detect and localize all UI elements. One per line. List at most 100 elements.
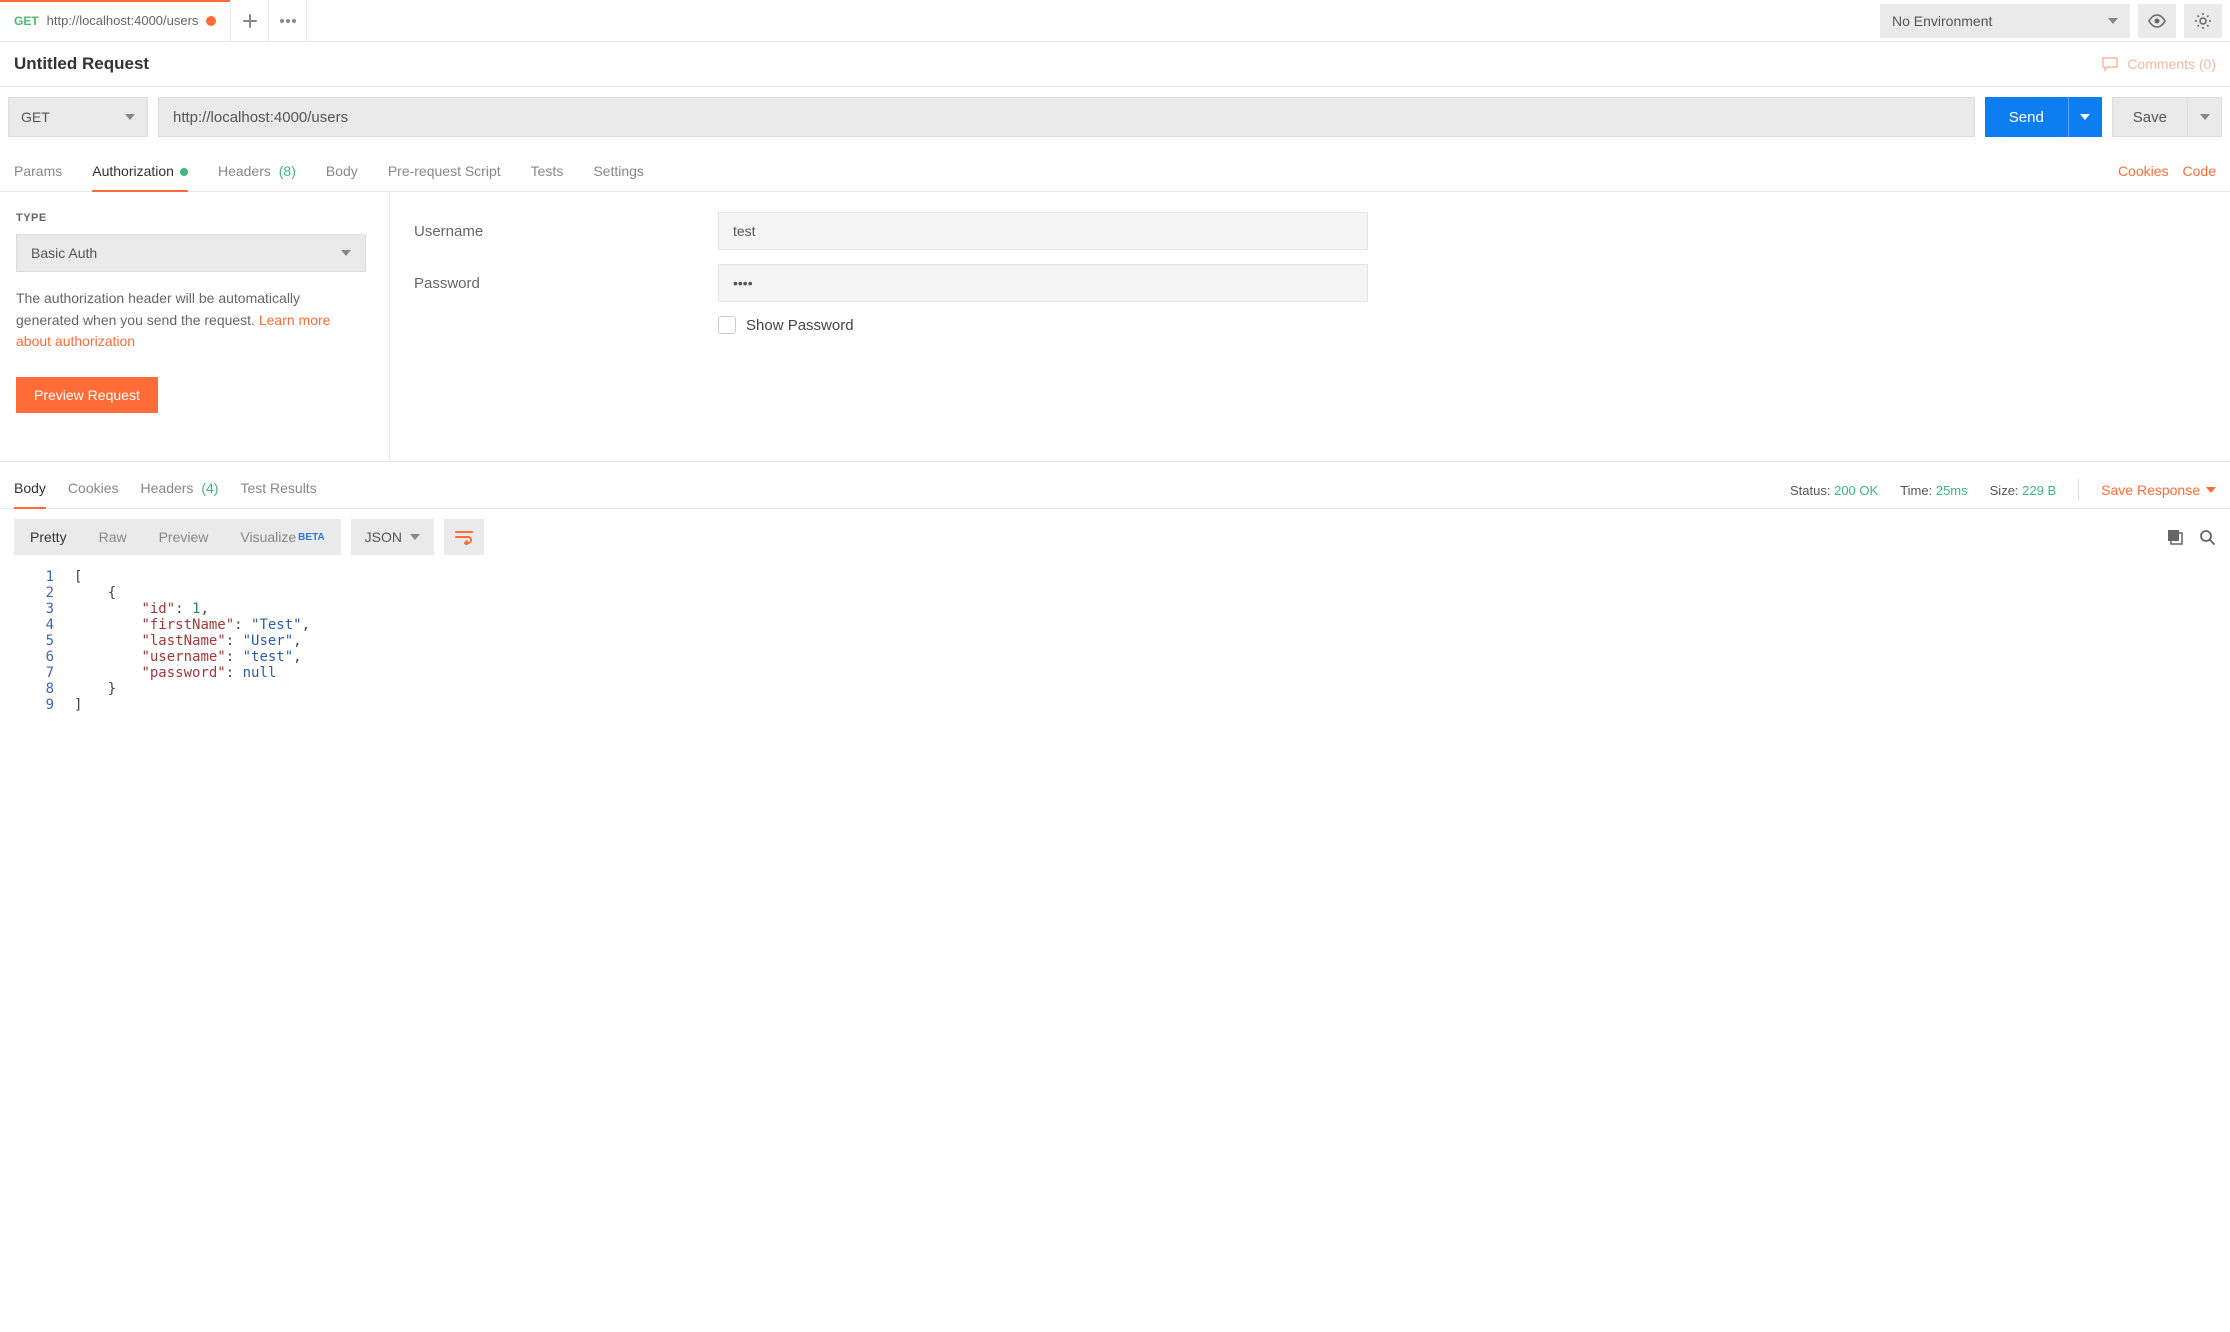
tab-headers[interactable]: Headers (8) xyxy=(218,151,296,191)
method-value: GET xyxy=(21,109,50,125)
auth-description: The authorization header will be automat… xyxy=(16,288,366,353)
view-visualize[interactable]: VisualizeBETA xyxy=(224,519,340,555)
response-meta: Status: 200 OK Time: 25ms Size: 229 B Sa… xyxy=(1790,472,2216,508)
tab-body[interactable]: Body xyxy=(326,151,358,191)
save-response-button[interactable]: Save Response xyxy=(2101,482,2216,498)
environment-label: No Environment xyxy=(1892,13,1992,29)
tab-options-button[interactable] xyxy=(269,0,307,41)
chevron-down-icon xyxy=(410,534,420,540)
tab-params[interactable]: Params xyxy=(14,151,62,191)
view-mode-tabs: Pretty Raw Preview VisualizeBETA xyxy=(14,519,341,555)
wrap-lines-button[interactable] xyxy=(444,519,484,555)
tab-authorization[interactable]: Authorization xyxy=(92,151,188,191)
size-meta: Size: 229 B xyxy=(1990,483,2057,498)
environment-select[interactable]: No Environment xyxy=(1880,4,2130,38)
tab-count: (8) xyxy=(279,163,296,179)
response-right-icons xyxy=(2166,528,2216,546)
tab-url: http://localhost:4000/users xyxy=(47,13,199,28)
request-tab[interactable]: GET http://localhost:4000/users xyxy=(0,0,231,41)
new-tab-button[interactable] xyxy=(231,0,269,41)
gear-icon xyxy=(2194,12,2212,30)
send-button-group: Send xyxy=(1985,97,2102,137)
tab-label: Headers xyxy=(141,480,194,496)
tab-settings[interactable]: Settings xyxy=(593,151,644,191)
save-button-group: Save xyxy=(2112,97,2222,137)
preview-request-button[interactable]: Preview Request xyxy=(16,377,158,413)
format-value: JSON xyxy=(365,529,402,545)
comment-icon xyxy=(2101,56,2119,72)
code-link[interactable]: Code xyxy=(2183,163,2216,179)
view-preview[interactable]: Preview xyxy=(143,519,225,555)
beta-badge: BETA xyxy=(298,532,324,543)
save-options-button[interactable] xyxy=(2188,97,2222,137)
username-row: Username xyxy=(414,212,2206,250)
auth-type-value: Basic Auth xyxy=(31,245,97,261)
type-label: TYPE xyxy=(16,212,373,224)
comments-button[interactable]: Comments (0) xyxy=(2101,56,2216,72)
comments-label: Comments (0) xyxy=(2127,56,2216,72)
divider xyxy=(2078,479,2079,501)
topbar-right: No Environment xyxy=(1872,0,2230,41)
wrap-icon xyxy=(454,529,474,545)
auth-panel: TYPE Basic Auth The authorization header… xyxy=(0,192,2230,462)
quick-look-button[interactable] xyxy=(2138,4,2176,38)
time-value: 25ms xyxy=(1936,483,1968,498)
response-toolbar: Pretty Raw Preview VisualizeBETA JSON xyxy=(0,509,2230,565)
resp-tab-cookies[interactable]: Cookies xyxy=(68,472,119,508)
resp-tab-test-results[interactable]: Test Results xyxy=(240,472,316,508)
request-tabs-strip: GET http://localhost:4000/users xyxy=(0,0,1872,41)
time-meta: Time: 25ms xyxy=(1900,483,1967,498)
username-label: Username xyxy=(414,223,694,240)
copy-icon[interactable] xyxy=(2166,528,2184,546)
eye-icon xyxy=(2147,14,2167,28)
chevron-down-icon xyxy=(2080,114,2090,120)
chevron-down-icon xyxy=(341,250,351,256)
password-row: Password xyxy=(414,264,2206,302)
tab-method: GET xyxy=(14,14,39,28)
status-value: 200 OK xyxy=(1834,483,1878,498)
save-button[interactable]: Save xyxy=(2112,97,2188,137)
show-password-checkbox[interactable] xyxy=(718,316,736,334)
auth-fields: Username Password Show Password xyxy=(390,192,2230,461)
tab-tests[interactable]: Tests xyxy=(531,151,564,191)
tab-prerequest[interactable]: Pre-request Script xyxy=(388,151,501,191)
response-body[interactable]: 1[2 {3 "id": 1,4 "firstName": "Test",5 "… xyxy=(0,565,2230,733)
request-title: Untitled Request xyxy=(14,54,149,74)
request-subtabs: Params Authorization Headers (8) Body Pr… xyxy=(14,151,644,191)
settings-button[interactable] xyxy=(2184,4,2222,38)
unsaved-dot-icon xyxy=(206,16,216,26)
status-meta: Status: 200 OK xyxy=(1790,483,1878,498)
username-input[interactable] xyxy=(718,212,1368,250)
body-format-select[interactable]: JSON xyxy=(351,519,434,555)
size-value: 229 B xyxy=(2022,483,2056,498)
show-password-row: Show Password xyxy=(718,316,2206,334)
tab-label: Headers xyxy=(218,163,271,179)
auth-sidebar: TYPE Basic Auth The authorization header… xyxy=(0,192,390,461)
resp-tab-body[interactable]: Body xyxy=(14,472,46,508)
chevron-down-icon xyxy=(125,114,135,120)
url-input[interactable] xyxy=(158,97,1975,137)
view-raw[interactable]: Raw xyxy=(83,519,143,555)
request-right-links: Cookies Code xyxy=(2118,151,2216,191)
show-password-label: Show Password xyxy=(746,317,854,334)
cookies-link[interactable]: Cookies xyxy=(2118,163,2169,179)
request-subtabs-row: Params Authorization Headers (8) Body Pr… xyxy=(0,151,2230,192)
tab-count: (4) xyxy=(201,480,218,496)
view-pretty[interactable]: Pretty xyxy=(14,519,83,555)
send-options-button[interactable] xyxy=(2068,97,2102,137)
search-icon[interactable] xyxy=(2198,528,2216,546)
chevron-down-icon xyxy=(2200,114,2210,120)
top-bar: GET http://localhost:4000/users No Envir… xyxy=(0,0,2230,42)
url-bar: GET Send Save xyxy=(0,87,2230,151)
response-tabs-row: Body Cookies Headers (4) Test Results St… xyxy=(0,462,2230,509)
resp-tab-headers[interactable]: Headers (4) xyxy=(141,472,219,508)
tab-label: Authorization xyxy=(92,163,174,179)
send-button[interactable]: Send xyxy=(1985,97,2068,137)
password-input[interactable] xyxy=(718,264,1368,302)
chevron-down-icon xyxy=(2108,18,2118,24)
auth-type-select[interactable]: Basic Auth xyxy=(16,234,366,272)
method-select[interactable]: GET xyxy=(8,97,148,137)
title-row: Untitled Request Comments (0) xyxy=(0,42,2230,87)
response-tabs: Body Cookies Headers (4) Test Results xyxy=(14,472,317,508)
active-dot-icon xyxy=(180,168,188,176)
